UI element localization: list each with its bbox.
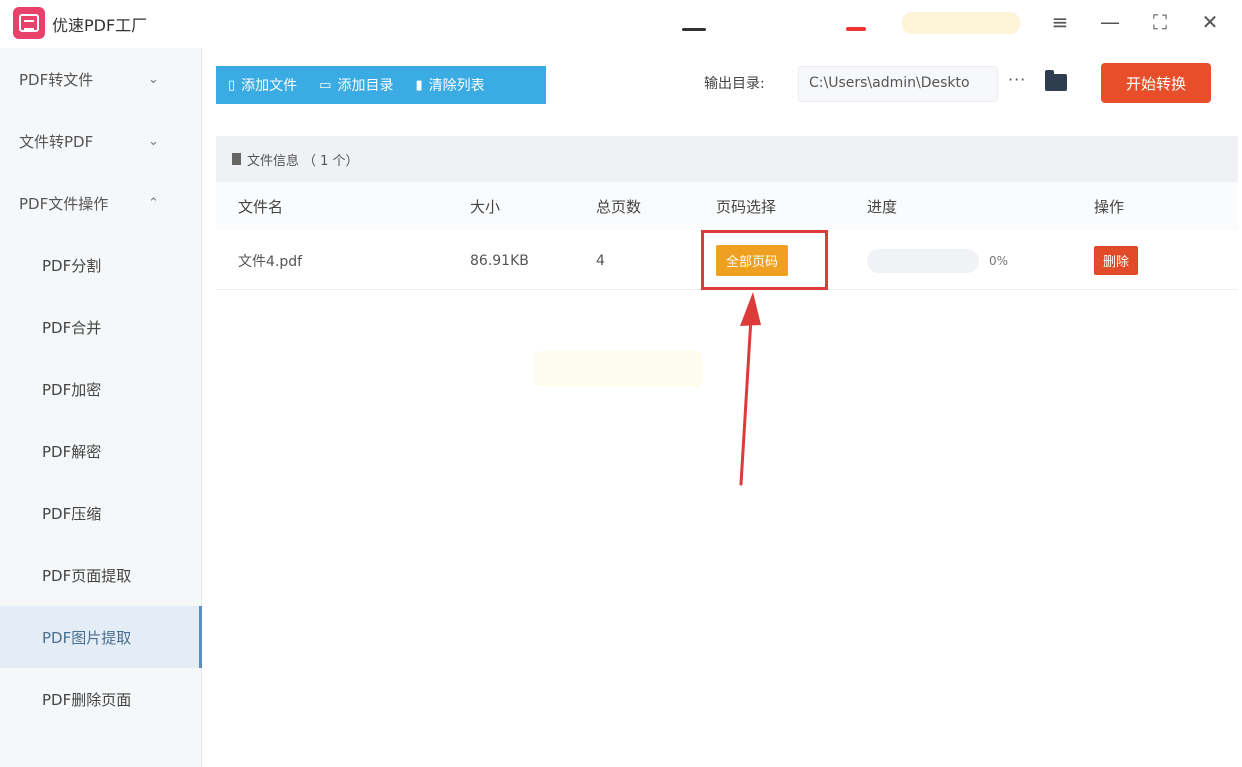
document-icon — [232, 153, 241, 165]
file-count: （ 1 个） — [303, 153, 359, 169]
clear-list-label: 清除列表 — [428, 78, 485, 94]
sidebar-item-label: PDF分割 — [42, 256, 102, 275]
close-icon[interactable]: ✕ — [1196, 8, 1224, 36]
window-controls: ≡ — ⛶ ✕ — [1046, 8, 1224, 36]
sidebar-item-file-to-pdf[interactable]: 文件转PDF ⌄ — [0, 110, 201, 172]
menu-icon[interactable]: ≡ — [1046, 8, 1074, 36]
app-window: 优速PDF工厂 ≡ — ⛶ ✕ PDF转文件 ⌄ 文件转PDF ⌄ PDF文件操… — [0, 0, 1242, 767]
more-options-icon[interactable]: ··· — [1008, 70, 1026, 89]
header-pages: 总页数 — [596, 197, 642, 216]
sidebar-item-label: PDF图片提取 — [42, 628, 132, 647]
cell-action: 删除 — [1094, 232, 1139, 289]
watermark — [534, 351, 702, 387]
sidebar-item-label: PDF文件操作 — [19, 194, 109, 213]
title-decoration — [846, 27, 866, 31]
chevron-down-icon: ⌄ — [148, 133, 159, 149]
main-panel: ▯ 添加文件 ▭ 添加目录 ▮ 清除列表 输出目录: C:\Users\admi… — [216, 48, 1238, 767]
file-toolbar: ▯ 添加文件 ▭ 添加目录 ▮ 清除列表 — [216, 66, 546, 104]
sidebar-item-pdf-encrypt[interactable]: PDF加密 — [0, 358, 201, 420]
sidebar-item-pdf-operations[interactable]: PDF文件操作 ⌃ — [0, 172, 201, 234]
annotation-highlight-box — [701, 230, 828, 290]
header-size: 大小 — [470, 197, 501, 216]
chevron-up-icon: ⌃ — [148, 195, 159, 211]
file-icon: ▯ — [228, 77, 236, 93]
title-decoration — [902, 12, 1020, 34]
add-folder-label: 添加目录 — [337, 78, 394, 94]
sidebar-item-label: PDF合并 — [42, 318, 102, 337]
minimize-icon[interactable]: — — [1096, 8, 1124, 36]
file-info-label: 文件信息 — [247, 153, 300, 169]
sidebar-item-label: PDF页面提取 — [42, 566, 132, 585]
sidebar: PDF转文件 ⌄ 文件转PDF ⌄ PDF文件操作 ⌃ PDF分割 PDF合并 … — [0, 48, 202, 767]
sidebar-item-label: PDF转文件 — [19, 70, 94, 89]
cell-size: 86.91KB — [470, 252, 529, 269]
sidebar-item-label: PDF加密 — [42, 380, 102, 399]
progress-bar — [867, 248, 979, 273]
header-action: 操作 — [1094, 197, 1125, 216]
sidebar-item-pdf-split[interactable]: PDF分割 — [0, 234, 201, 296]
sidebar-item-pdf-decrypt[interactable]: PDF解密 — [0, 420, 201, 482]
sidebar-item-label: PDF压缩 — [42, 504, 102, 523]
file-info-bar: 文件信息 （ 1 个） — [216, 136, 1238, 182]
app-logo — [13, 7, 45, 39]
cell-filename: 文件4.pdf — [238, 253, 303, 270]
table-header: 文件名 大小 总页数 页码选择 进度 操作 — [216, 182, 1238, 230]
folder-icon[interactable] — [1045, 70, 1067, 91]
progress-percent: 0% — [989, 253, 1009, 268]
add-file-label: 添加文件 — [241, 78, 298, 94]
sidebar-item-pdf-page-extract[interactable]: PDF页面提取 — [0, 544, 201, 606]
title-bar: 优速PDF工厂 ≡ — ⛶ ✕ — [0, 0, 1242, 48]
annotation-arrow — [739, 292, 761, 486]
trash-icon: ▮ — [415, 77, 423, 93]
sidebar-item-label: 文件转PDF — [19, 132, 94, 151]
sidebar-item-pdf-image-extract[interactable]: PDF图片提取 — [0, 606, 202, 668]
start-convert-button[interactable]: 开始转换 — [1101, 63, 1211, 103]
sidebar-item-pdf-compress[interactable]: PDF压缩 — [0, 482, 201, 544]
sidebar-item-pdf-delete-pages[interactable]: PDF删除页面 — [0, 668, 201, 730]
sidebar-item-label: PDF删除页面 — [42, 690, 132, 709]
add-file-button[interactable]: ▯ 添加文件 — [228, 75, 297, 95]
header-page-select: 页码选择 — [716, 197, 777, 216]
add-folder-button[interactable]: ▭ 添加目录 — [319, 75, 393, 95]
folder-outline-icon: ▭ — [319, 77, 332, 93]
sidebar-item-pdf-to-file[interactable]: PDF转文件 ⌄ — [0, 48, 201, 110]
chevron-down-icon: ⌄ — [148, 71, 159, 87]
header-progress: 进度 — [867, 197, 898, 216]
output-dir-field[interactable]: C:\Users\admin\Deskto — [798, 66, 998, 102]
title-decoration — [682, 28, 706, 31]
header-filename: 文件名 — [238, 197, 284, 216]
maximize-icon[interactable]: ⛶ — [1146, 8, 1174, 36]
cell-progress: 0% — [867, 232, 1008, 289]
cell-pages: 4 — [596, 252, 605, 269]
delete-button[interactable]: 删除 — [1094, 246, 1139, 275]
output-dir-label: 输出目录: — [704, 76, 765, 92]
app-title: 优速PDF工厂 — [52, 16, 148, 35]
sidebar-item-label: PDF解密 — [42, 442, 102, 461]
clear-list-button[interactable]: ▮ 清除列表 — [415, 75, 484, 95]
sidebar-item-pdf-merge[interactable]: PDF合并 — [0, 296, 201, 358]
